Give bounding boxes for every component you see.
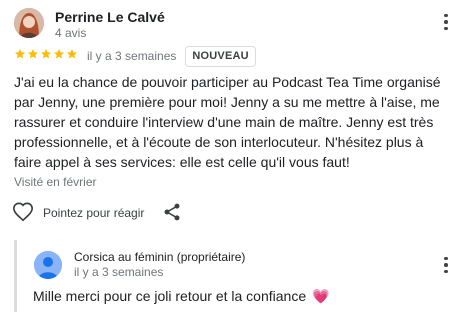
share-icon[interactable] (162, 202, 182, 222)
owner-reply: Corsica au féminin (propriétaire) il y a… (14, 240, 459, 312)
owner-name: Corsica au féminin (propriétaire) (74, 250, 246, 264)
rating-row: il y a 3 semaines NOUVEAU (14, 44, 256, 68)
review-card: Perrine Le Calvé 4 avis il y a 3 semaine… (0, 0, 468, 317)
new-badge: NOUVEAU (185, 45, 256, 67)
reviewer-avatar[interactable] (14, 8, 44, 38)
review-actions: Pointez pour réagir (12, 201, 452, 225)
person-avatar-icon (34, 251, 62, 279)
reviewer-review-count: 4 avis (55, 26, 87, 40)
heart-emoji: 💗 (312, 288, 330, 304)
star-icon (66, 47, 78, 65)
reply-text: Mille merci pour ce joli retour et la co… (33, 288, 329, 305)
react-label[interactable]: Pointez pour réagir (43, 206, 144, 220)
review-more-options-button[interactable] (436, 10, 456, 34)
reply-more-options-button[interactable] (436, 253, 456, 277)
reviewer-name[interactable]: Perrine Le Calvé (55, 9, 165, 25)
review-time: il y a 3 semaines (87, 49, 177, 63)
star-icon (27, 47, 39, 65)
star-icon (14, 47, 26, 65)
star-icon (40, 47, 52, 65)
reply-message: Mille merci pour ce joli retour et la co… (33, 288, 307, 304)
owner-reply-time: il y a 3 semaines (74, 265, 164, 279)
star-icon (53, 47, 65, 65)
review-text: J'ai eu la chance de pouvoir participer … (14, 74, 441, 170)
star-rating (14, 47, 78, 65)
visited-date: Visité en février (14, 175, 97, 189)
heart-outline-icon[interactable] (12, 201, 34, 223)
